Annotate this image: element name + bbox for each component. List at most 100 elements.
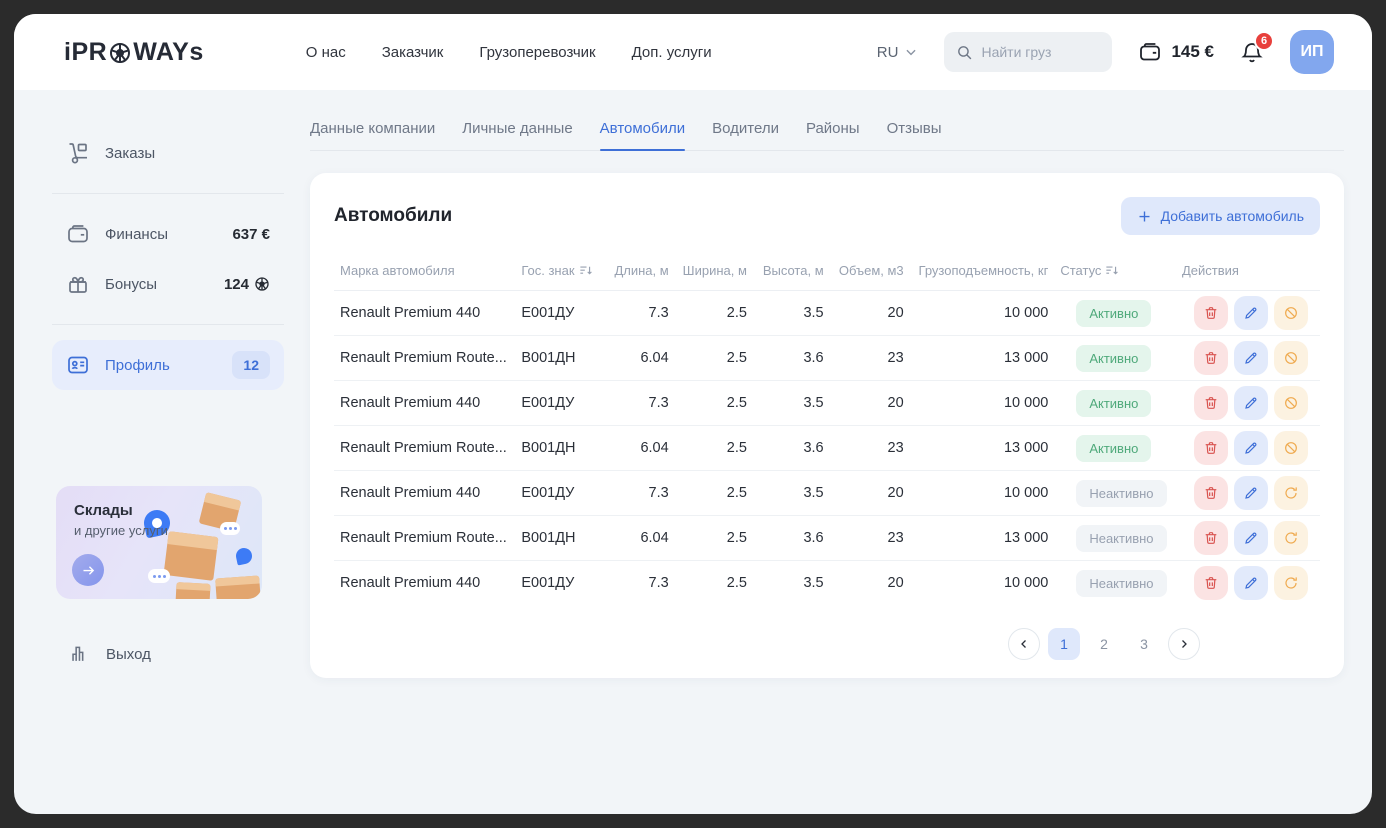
reactivate-vehicle-button[interactable] (1274, 476, 1308, 510)
search-icon (956, 44, 973, 61)
tab-vehicles[interactable]: Автомобили (600, 120, 685, 150)
column-label: Ширина, м (683, 263, 747, 278)
sidebar-item-profile[interactable]: Профиль 12 (52, 340, 284, 390)
sort-icon (579, 264, 594, 277)
language-selector[interactable]: RU (877, 44, 919, 61)
pencil-icon (1243, 395, 1259, 411)
delete-vehicle-button[interactable] (1194, 386, 1228, 420)
logo[interactable]: iPR WAYs (64, 38, 204, 67)
table-row: Renault Premium 440 Е001ДУ 7.3 2.5 3.5 2… (334, 291, 1320, 336)
cell-capacity: 13 000 (910, 516, 1055, 561)
edit-vehicle-button[interactable] (1234, 431, 1268, 465)
sidebar-item-bonuses[interactable]: Бонусы 124 (52, 259, 284, 309)
notification-count-badge: 6 (1254, 31, 1274, 51)
delete-vehicle-button[interactable] (1194, 431, 1228, 465)
logout-icon (68, 643, 90, 665)
avatar[interactable]: ИП (1290, 30, 1334, 74)
pencil-icon (1243, 440, 1259, 456)
sidebar-item-label: Финансы (105, 226, 168, 243)
box-illustration (215, 575, 261, 599)
tab-reviews[interactable]: Отзывы (887, 120, 942, 150)
tab-drivers[interactable]: Водители (712, 120, 779, 150)
add-vehicle-button[interactable]: Добавить автомобиль (1121, 197, 1320, 235)
cell-height: 3.5 (753, 291, 830, 336)
promo-arrow-button[interactable] (72, 554, 104, 586)
delete-vehicle-button[interactable] (1194, 341, 1228, 375)
sidebar-item-label: Бонусы (105, 276, 157, 293)
reactivate-vehicle-button[interactable] (1274, 521, 1308, 555)
search-box (944, 32, 1112, 72)
deactivate-vehicle-button[interactable] (1274, 386, 1308, 420)
deactivate-vehicle-button[interactable] (1274, 431, 1308, 465)
logo-text-right: WAYs (133, 38, 204, 67)
trash-icon (1203, 440, 1219, 456)
wallet-icon (1138, 40, 1162, 64)
column-header-plate[interactable]: Гос. знак (515, 253, 605, 291)
cell-plate: Е001ДУ (515, 381, 605, 426)
pagination-page-3[interactable]: 3 (1128, 628, 1160, 660)
warehouses-promo-card[interactable]: Склады и другие услуги (56, 486, 262, 599)
pagination-pages: 123 (1048, 628, 1160, 660)
wallet-balance[interactable]: 145 € (1138, 40, 1214, 64)
edit-vehicle-button[interactable] (1234, 566, 1268, 600)
sidebar-item-orders[interactable]: Заказы (52, 128, 284, 178)
search-input[interactable] (981, 44, 1100, 60)
cell-plate: В001ДН (515, 426, 605, 471)
nav-customer[interactable]: Заказчик (382, 44, 444, 61)
tab-personal-data[interactable]: Личные данные (462, 120, 572, 150)
pagination-next-button[interactable] (1168, 628, 1200, 660)
cell-height: 3.6 (753, 426, 830, 471)
deactivate-vehicle-button[interactable] (1274, 341, 1308, 375)
cell-capacity: 10 000 (910, 561, 1055, 606)
delete-vehicle-button[interactable] (1194, 296, 1228, 330)
cell-plate: В001ДН (515, 516, 605, 561)
divider (52, 193, 284, 194)
table-row: Renault Premium Route... В001ДН 6.04 2.5… (334, 426, 1320, 471)
cell-brand: Renault Premium 440 (334, 471, 515, 516)
pagination-page-1[interactable]: 1 (1048, 628, 1080, 660)
tab-regions[interactable]: Районы (806, 120, 860, 150)
reactivate-vehicle-button[interactable] (1274, 566, 1308, 600)
cell-status: Активно (1054, 291, 1176, 336)
table-row: Renault Premium 440 Е001ДУ 7.3 2.5 3.5 2… (334, 381, 1320, 426)
delete-vehicle-button[interactable] (1194, 566, 1228, 600)
cell-actions (1176, 561, 1320, 606)
trash-icon (1203, 395, 1219, 411)
edit-vehicle-button[interactable] (1234, 296, 1268, 330)
sidebar: Заказы Финансы 637 € Бонусы 124 Профиль (14, 90, 310, 814)
edit-vehicle-button[interactable] (1234, 521, 1268, 555)
promo-title: Склады (74, 502, 262, 519)
deactivate-vehicle-button[interactable] (1274, 296, 1308, 330)
cell-actions (1176, 471, 1320, 516)
card-title: Автомобили (334, 205, 452, 227)
tab-company-data[interactable]: Данные компании (310, 120, 435, 150)
block-icon (1283, 440, 1299, 456)
edit-vehicle-button[interactable] (1234, 386, 1268, 420)
column-header-status[interactable]: Статус (1054, 253, 1176, 291)
cell-capacity: 13 000 (910, 336, 1055, 381)
sidebar-item-finance[interactable]: Финансы 637 € (52, 209, 284, 259)
delete-vehicle-button[interactable] (1194, 476, 1228, 510)
cell-length: 7.3 (605, 471, 675, 516)
edit-vehicle-button[interactable] (1234, 341, 1268, 375)
nav-extra-services[interactable]: Доп. услуги (632, 44, 712, 61)
cell-brand: Renault Premium Route... (334, 426, 515, 471)
pagination-page-2[interactable]: 2 (1088, 628, 1120, 660)
column-label: Действия (1182, 263, 1239, 278)
cell-brand: Renault Premium Route... (334, 516, 515, 561)
notifications-button[interactable]: 6 (1240, 40, 1264, 64)
trash-icon (1203, 305, 1219, 321)
chevron-left-icon (1018, 638, 1030, 650)
cell-width: 2.5 (675, 426, 753, 471)
pagination-prev-button[interactable] (1008, 628, 1040, 660)
delete-vehicle-button[interactable] (1194, 521, 1228, 555)
logout-button[interactable]: Выход (68, 643, 284, 665)
column-label: Длина, м (614, 263, 668, 278)
nav-about[interactable]: О нас (306, 44, 346, 61)
trash-icon (1203, 485, 1219, 501)
edit-vehicle-button[interactable] (1234, 476, 1268, 510)
refresh-icon (1283, 485, 1299, 501)
cell-length: 7.3 (605, 291, 675, 336)
main-content: Данные компании Личные данные Автомобили Во… (310, 90, 1372, 814)
nav-carrier[interactable]: Грузоперевозчик (479, 44, 595, 61)
